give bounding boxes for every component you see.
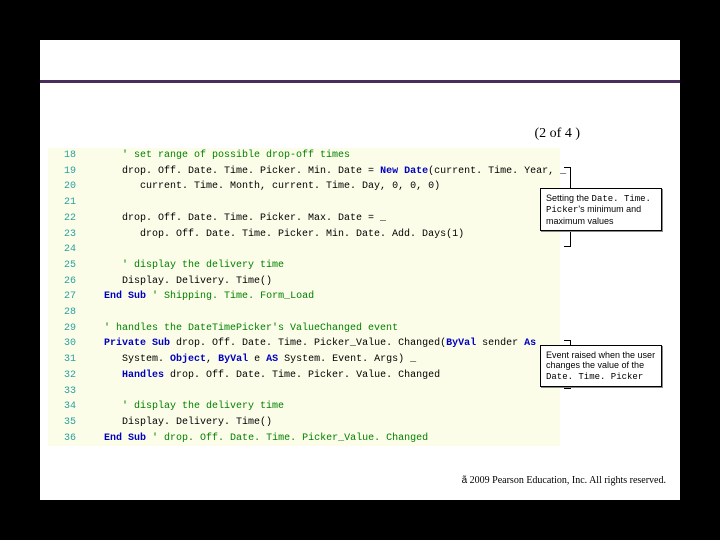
- line-number: 18: [48, 148, 86, 164]
- annotation-valuechanged: Event raised when the user changes the v…: [540, 345, 662, 387]
- code-line: 19 drop. Off. Date. Time. Picker. Min. D…: [48, 164, 560, 180]
- line-number: 26: [48, 274, 86, 290]
- code-line: 24: [48, 242, 560, 258]
- code-line: 34 ' display the delivery time: [48, 399, 560, 415]
- line-number: 28: [48, 305, 86, 321]
- code-text: [86, 384, 560, 400]
- code-text: ' set range of possible drop-off times: [86, 148, 560, 164]
- code-line: 20 current. Time. Month, current. Time. …: [48, 179, 560, 195]
- line-number: 22: [48, 211, 86, 227]
- code-text: End Sub ' Shipping. Time. Form_Load: [86, 289, 560, 305]
- code-text: Display. Delivery. Time(): [86, 274, 560, 290]
- footer: ã 2009 Pearson Education, Inc. All right…: [462, 475, 666, 486]
- code-text: current. Time. Month, current. Time. Day…: [86, 179, 560, 195]
- code-text: Private Sub drop. Off. Date. Time. Picke…: [86, 336, 560, 352]
- code-line: 28: [48, 305, 560, 321]
- code-line: 31 System. Object, ByVal e AS System. Ev…: [48, 352, 560, 368]
- line-number: 34: [48, 399, 86, 415]
- code-line: 36 End Sub ' drop. Off. Date. Time. Pick…: [48, 431, 560, 447]
- annot2-mono: Date. Time. Picker: [546, 372, 643, 382]
- annotation-min-max: Setting the Date. Time. Picker's minimum…: [540, 188, 662, 231]
- code-line: 21: [48, 195, 560, 211]
- code-line: 32 Handles drop. Off. Date. Time. Picker…: [48, 368, 560, 384]
- line-number: 25: [48, 258, 86, 274]
- code-line: 27 End Sub ' Shipping. Time. Form_Load: [48, 289, 560, 305]
- line-number: 29: [48, 321, 86, 337]
- code-text: ' handles the DateTimePicker's ValueChan…: [86, 321, 560, 337]
- code-line: 29 ' handles the DateTimePicker's ValueC…: [48, 321, 560, 337]
- annot1-line1: Setting the: [546, 193, 589, 203]
- code-text: drop. Off. Date. Time. Picker. Min. Date…: [86, 227, 560, 243]
- code-text: Display. Delivery. Time(): [86, 415, 560, 431]
- code-text: [86, 305, 560, 321]
- code-line: 22 drop. Off. Date. Time. Picker. Max. D…: [48, 211, 560, 227]
- code-text: ' display the delivery time: [86, 258, 560, 274]
- divider: [40, 80, 680, 83]
- code-text: End Sub ' drop. Off. Date. Time. Picker_…: [86, 431, 560, 447]
- annot2-text: Event raised when the user changes the v…: [546, 350, 655, 370]
- code-line: 35 Display. Delivery. Time(): [48, 415, 560, 431]
- code-text: Handles drop. Off. Date. Time. Picker. V…: [86, 368, 560, 384]
- code-listing: 18 ' set range of possible drop-off time…: [48, 148, 560, 446]
- code-line: 23 drop. Off. Date. Time. Picker. Min. D…: [48, 227, 560, 243]
- page-indicator: (2 of 4 ): [535, 126, 581, 142]
- code-text: [86, 242, 560, 258]
- line-number: 19: [48, 164, 86, 180]
- line-number: 24: [48, 242, 86, 258]
- code-line: 26 Display. Delivery. Time(): [48, 274, 560, 290]
- line-number: 23: [48, 227, 86, 243]
- footer-text: 2009 Pearson Education, Inc. All rights …: [467, 475, 666, 486]
- code-line: 18 ' set range of possible drop-off time…: [48, 148, 560, 164]
- code-line: 30 Private Sub drop. Off. Date. Time. Pi…: [48, 336, 560, 352]
- line-number: 31: [48, 352, 86, 368]
- code-text: System. Object, ByVal e AS System. Event…: [86, 352, 560, 368]
- code-line: 33: [48, 384, 560, 400]
- code-text: drop. Off. Date. Time. Picker. Max. Date…: [86, 211, 560, 227]
- line-number: 33: [48, 384, 86, 400]
- line-number: 30: [48, 336, 86, 352]
- code-text: [86, 195, 560, 211]
- line-number: 20: [48, 179, 86, 195]
- line-number: 21: [48, 195, 86, 211]
- code-text: ' display the delivery time: [86, 399, 560, 415]
- line-number: 27: [48, 289, 86, 305]
- line-number: 36: [48, 431, 86, 447]
- line-number: 35: [48, 415, 86, 431]
- line-number: 32: [48, 368, 86, 384]
- code-text: drop. Off. Date. Time. Picker. Min. Date…: [86, 164, 566, 180]
- slide: (2 of 4 ) 18 ' set range of possible dro…: [40, 40, 680, 500]
- code-line: 25 ' display the delivery time: [48, 258, 560, 274]
